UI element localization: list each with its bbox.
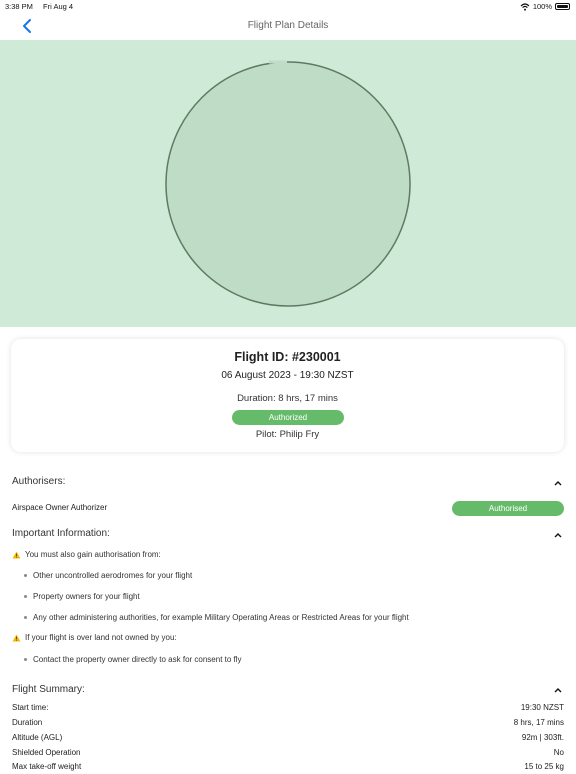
flight-id: Flight ID: #230001	[234, 350, 341, 364]
summary-label: Duration	[12, 718, 43, 727]
warning-row: You must also gain authorisation from:	[12, 550, 161, 559]
authoriser-status-badge: Authorised	[452, 501, 564, 516]
status-date: Fri Aug 4	[43, 2, 74, 11]
bullet-dot	[24, 616, 27, 619]
summary-row: Altitude (AGL) 92m | 303ft.	[12, 733, 564, 745]
authorisers-heading: Authorisers:	[12, 476, 66, 487]
list-item-text: Contact the property owner directly to a…	[33, 655, 242, 664]
bullet-dot	[24, 658, 27, 661]
warning-row: If your flight is over land not owned by…	[12, 633, 177, 642]
summary-value: 19:30 NZST	[520, 703, 564, 712]
list-item: Property owners for your flight	[24, 592, 140, 601]
summary-label: Max take-off weight	[12, 762, 82, 771]
summary-label: Shielded Operation	[12, 748, 81, 757]
list-item: Other uncontrolled aerodromes for your f…	[24, 571, 192, 580]
flight-summary-heading: Flight Summary:	[12, 684, 85, 695]
warning-icon	[12, 634, 21, 641]
chevron-up-icon[interactable]	[553, 531, 563, 539]
page-title: Flight Plan Details	[247, 20, 329, 31]
summary-value: No	[553, 748, 564, 757]
summary-value: 92m | 303ft.	[521, 733, 564, 742]
status-badge: Authorized	[232, 410, 344, 425]
flight-area-map[interactable]	[0, 40, 576, 327]
flight-area-polygon	[165, 61, 411, 307]
summary-row: Start time: 19:30 NZST	[12, 703, 564, 715]
flight-datetime: 06 August 2023 - 19:30 NZST	[221, 370, 354, 381]
summary-value: 8 hrs, 17 mins	[513, 718, 564, 727]
nav-bar: Flight Plan Details	[0, 14, 576, 40]
flight-summary-card: Flight ID: #230001 06 August 2023 - 19:3…	[11, 339, 564, 452]
summary-row: Shielded Operation No	[12, 748, 564, 760]
status-bar: 3:38 PM Fri Aug 4 100%	[0, 0, 576, 14]
summary-value: 15 to 25 kg	[524, 762, 564, 771]
list-item: Any other administering authorities, for…	[24, 613, 409, 622]
summary-label: Altitude (AGL)	[12, 733, 63, 742]
authoriser-name: Airspace Owner Authorizer	[12, 503, 108, 512]
chevron-up-icon[interactable]	[553, 479, 563, 487]
important-info-heading: Important Information:	[12, 528, 110, 539]
list-item-text: Property owners for your flight	[33, 592, 140, 601]
list-item-text: Other uncontrolled aerodromes for your f…	[33, 571, 193, 580]
flight-area-svg	[165, 60, 411, 307]
battery-icon	[555, 3, 570, 10]
list-item-text: Any other administering authorities, for…	[33, 613, 409, 622]
bullet-dot	[24, 595, 27, 598]
chevron-up-icon[interactable]	[553, 686, 563, 694]
warning-icon	[12, 551, 21, 558]
battery-percent: 100%	[532, 2, 552, 11]
summary-row: Duration 8 hrs, 17 mins	[12, 718, 564, 730]
pilot-name: Pilot: Philip Fry	[255, 429, 320, 440]
warning-text: If your flight is over land not owned by…	[25, 633, 177, 642]
bullet-dot	[24, 574, 27, 577]
warning-text: You must also gain authorisation from:	[25, 550, 161, 559]
wifi-icon	[520, 2, 530, 11]
status-time: 3:38 PM	[5, 2, 33, 11]
summary-row: Max take-off weight 15 to 25 kg	[12, 762, 564, 774]
list-item: Contact the property owner directly to a…	[24, 655, 242, 664]
summary-label: Start time:	[12, 703, 49, 712]
flight-duration: Duration: 8 hrs, 17 mins	[237, 393, 338, 404]
